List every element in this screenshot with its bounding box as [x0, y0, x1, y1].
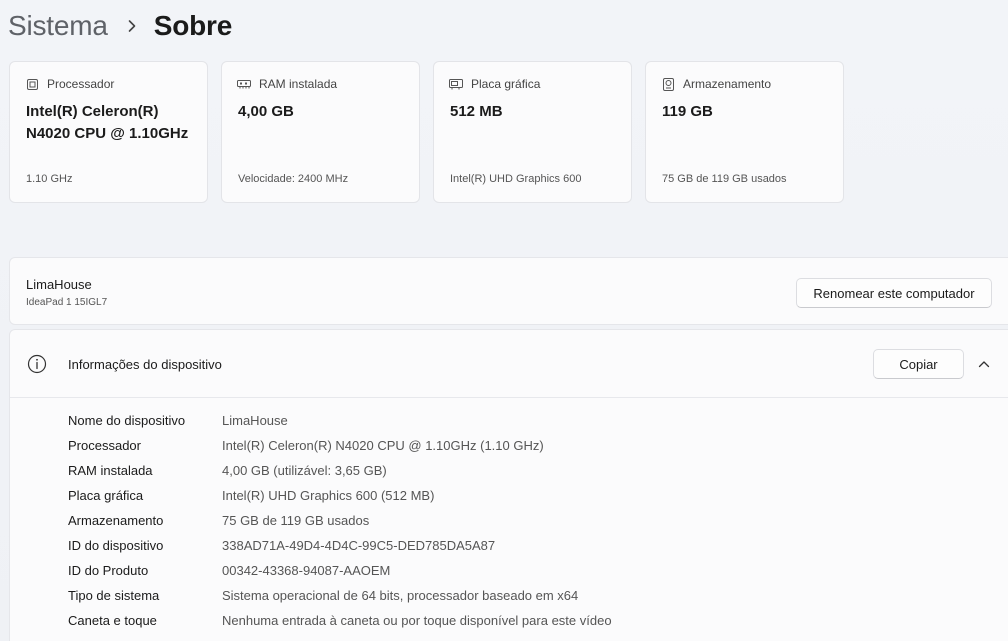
about-page: Sistema Sobre Processador Intel(R) Celer… — [0, 0, 1008, 641]
breadcrumb: Sistema Sobre — [8, 6, 232, 46]
spec-label: Armazenamento — [683, 77, 772, 91]
info-value: 338AD71A-49D4-4D4C-99C5-DED785DA5A87 — [222, 538, 496, 553]
computer-name: LimaHouse — [26, 277, 92, 292]
info-row-device-name: Nome do dispositivo LimaHouse — [68, 408, 612, 433]
spec-value: Intel(R) Celeron(R) N4020 CPU @ 1.10GHz — [26, 103, 189, 142]
spec-value: 119 GB — [662, 103, 713, 120]
info-value: LimaHouse — [222, 413, 288, 428]
info-key: Processador — [68, 438, 141, 453]
info-row-processor: Processador Intel(R) Celeron(R) N4020 CP… — [68, 433, 612, 458]
info-key: Placa gráfica — [68, 488, 144, 503]
info-row-product-id: ID do Produto 00342-43368-94087-AAOEM — [68, 558, 612, 583]
info-key: Nome do dispositivo — [68, 413, 186, 428]
spec-detail: Velocidade: 2400 MHz — [238, 173, 349, 185]
info-key: ID do dispositivo — [68, 538, 164, 553]
rename-computer-button[interactable]: Renomear este computador — [796, 278, 992, 308]
info-key: Tipo de sistema — [68, 588, 160, 603]
device-info-header[interactable]: Informações do dispositivo Copiar — [10, 330, 1008, 398]
device-info-title: Informações do dispositivo — [68, 357, 222, 372]
processor-icon — [25, 77, 39, 91]
info-icon — [27, 354, 47, 374]
spec-card-processor: Processador Intel(R) Celeron(R) N4020 CP… — [9, 61, 208, 203]
copy-button[interactable]: Copiar — [873, 349, 964, 379]
info-row-pen-touch: Caneta e toque Nenhuma entrada à caneta … — [68, 608, 612, 633]
info-value: Sistema operacional de 64 bits, processa… — [222, 588, 579, 603]
chevron-up-icon[interactable] — [976, 356, 992, 372]
spec-label: Processador — [47, 77, 115, 91]
spec-value: 512 MB — [450, 103, 503, 120]
info-value: Nenhuma entrada à caneta ou por toque di… — [222, 613, 612, 628]
spec-card-ram: RAM instalada 4,00 GB Velocidade: 2400 M… — [221, 61, 420, 203]
info-value: Intel(R) Celeron(R) N4020 CPU @ 1.10GHz … — [222, 438, 544, 453]
spec-detail: Intel(R) UHD Graphics 600 — [450, 173, 582, 185]
page-title: Sobre — [153, 10, 233, 41]
info-key: ID do Produto — [68, 563, 149, 578]
spec-detail: 75 GB de 119 GB usados — [662, 173, 787, 185]
ram-icon — [237, 77, 251, 91]
device-info-panel: Informações do dispositivo Copiar Nome d… — [9, 329, 1008, 641]
graphics-card-icon — [449, 77, 463, 91]
device-name-panel: LimaHouse IdeaPad 1 15IGL7 Renomear este… — [9, 257, 1008, 325]
spec-label: Placa gráfica — [471, 77, 541, 91]
info-value: 75 GB de 119 GB usados — [222, 513, 370, 528]
spec-label: RAM instalada — [259, 77, 338, 91]
info-row-device-id: ID do dispositivo 338AD71A-49D4-4D4C-99C… — [68, 533, 612, 558]
breadcrumb-parent-sistema[interactable]: Sistema — [8, 10, 108, 42]
device-info-list: Nome do dispositivo LimaHouse Processado… — [68, 408, 612, 633]
info-key: Caneta e toque — [68, 613, 157, 628]
spec-card-storage: Armazenamento 119 GB 75 GB de 119 GB usa… — [645, 61, 844, 203]
info-row-storage: Armazenamento 75 GB de 119 GB usados — [68, 508, 612, 533]
storage-icon — [661, 77, 675, 91]
info-value: 00342-43368-94087-AAOEM — [222, 563, 391, 578]
spec-value: 4,00 GB — [238, 103, 294, 120]
computer-model: IdeaPad 1 15IGL7 — [26, 297, 108, 308]
info-row-system-type: Tipo de sistema Sistema operacional de 6… — [68, 583, 612, 608]
info-row-ram: RAM instalada 4,00 GB (utilizável: 3,65 … — [68, 458, 612, 483]
info-value: Intel(R) UHD Graphics 600 (512 MB) — [222, 488, 435, 503]
spec-card-graphics: Placa gráfica 512 MB Intel(R) UHD Graphi… — [433, 61, 632, 203]
info-key: RAM instalada — [68, 463, 153, 478]
info-row-graphics: Placa gráfica Intel(R) UHD Graphics 600 … — [68, 483, 612, 508]
chevron-right-icon — [118, 19, 146, 33]
info-key: Armazenamento — [68, 513, 164, 528]
info-value: 4,00 GB (utilizável: 3,65 GB) — [222, 463, 387, 478]
spec-detail: 1.10 GHz — [26, 173, 73, 185]
